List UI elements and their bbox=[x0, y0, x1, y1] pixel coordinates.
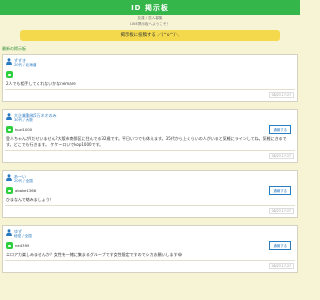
post-message: エロアカ楽しみませんか？女性を一緒に集まるグループです女性限定ですのでシカお願い… bbox=[6, 252, 183, 257]
site-title[interactable]: ID 掲示板 bbox=[131, 3, 169, 13]
line-id-row: ne4395 bbox=[3, 239, 297, 249]
post-header: ずずき 20代 / 北海道 bbox=[3, 55, 297, 68]
line-icon bbox=[6, 71, 13, 78]
line-id[interactable]: ne4395 bbox=[15, 243, 29, 248]
line-id[interactable]: abake1366 bbox=[15, 188, 36, 193]
post-card: 大企業勤務5万ネオのみ 30代 / 大阪 通報する kuzi1000 登人ちゃん… bbox=[2, 109, 298, 163]
poster-meta: 20代 / 北海道 bbox=[14, 63, 37, 67]
post-date: 08/23 17:27 bbox=[268, 92, 294, 98]
user-icon bbox=[6, 113, 12, 120]
post-card: ずずき 20代 / 北海道 2人でも相手してくれないかなnemare 08/23… bbox=[2, 54, 298, 102]
line-id-row: abake1366 bbox=[3, 184, 297, 194]
line-icon bbox=[6, 126, 13, 133]
poster-meta: 20代 / 全国 bbox=[14, 179, 33, 183]
user-icon bbox=[6, 229, 12, 236]
post-card: あーい 20代 / 全国 通報する abake1366 ひまなんで絡みましょう！… bbox=[2, 170, 298, 218]
line-id-row bbox=[3, 68, 297, 78]
poster-meta: 秘密 / 全国 bbox=[14, 234, 32, 238]
report-button[interactable]: 通報する bbox=[269, 186, 291, 195]
report-button[interactable]: 通報する bbox=[269, 125, 291, 134]
top-bar: ID 掲示板 bbox=[0, 0, 300, 15]
line-id-row: kuzi1000 bbox=[3, 123, 297, 133]
post-header: あーい 20代 / 全国 bbox=[3, 171, 297, 184]
post-to-board-button[interactable]: 掲示板に投稿する ／(^o^)＼ bbox=[20, 30, 280, 41]
poster-meta: 30代 / 大阪 bbox=[14, 118, 33, 122]
line-icon bbox=[6, 242, 13, 249]
report-button[interactable]: 通報する bbox=[269, 241, 291, 250]
line-id[interactable]: kuzi1000 bbox=[15, 127, 32, 132]
post-date: 08/23 17:27 bbox=[268, 153, 294, 159]
app-header: ID 掲示板 友達 / 恋人募集 LINE掲示板へようこそ！ bbox=[0, 0, 300, 27]
post-date: 08/23 17:27 bbox=[268, 208, 294, 214]
post-message: 2人でも相手してくれないかなnemare bbox=[6, 81, 76, 86]
post-date: 08/23 17:27 bbox=[268, 263, 294, 269]
user-icon bbox=[6, 174, 12, 181]
post-message: 登人ちゃんが(だせいません?大阪市南那区に住んでる32歳です。平日いつでも休えま… bbox=[6, 136, 287, 147]
post-message: ひまなんで絡みましょう！ bbox=[6, 197, 54, 202]
user-icon bbox=[6, 58, 12, 65]
post-header: 大企業勤務5万ネオのみ 30代 / 大阪 bbox=[3, 110, 297, 123]
post-header: ゆず 秘密 / 全国 bbox=[3, 226, 297, 239]
site-subtitle: LINE掲示板へようこそ！ bbox=[129, 22, 171, 26]
section-title: 最新の掲示板 bbox=[2, 46, 26, 51]
post-card: ゆず 秘密 / 全国 通報する ne4395 エロアカ楽しみませんか？女性を一緒… bbox=[2, 225, 298, 273]
line-icon bbox=[6, 187, 13, 194]
